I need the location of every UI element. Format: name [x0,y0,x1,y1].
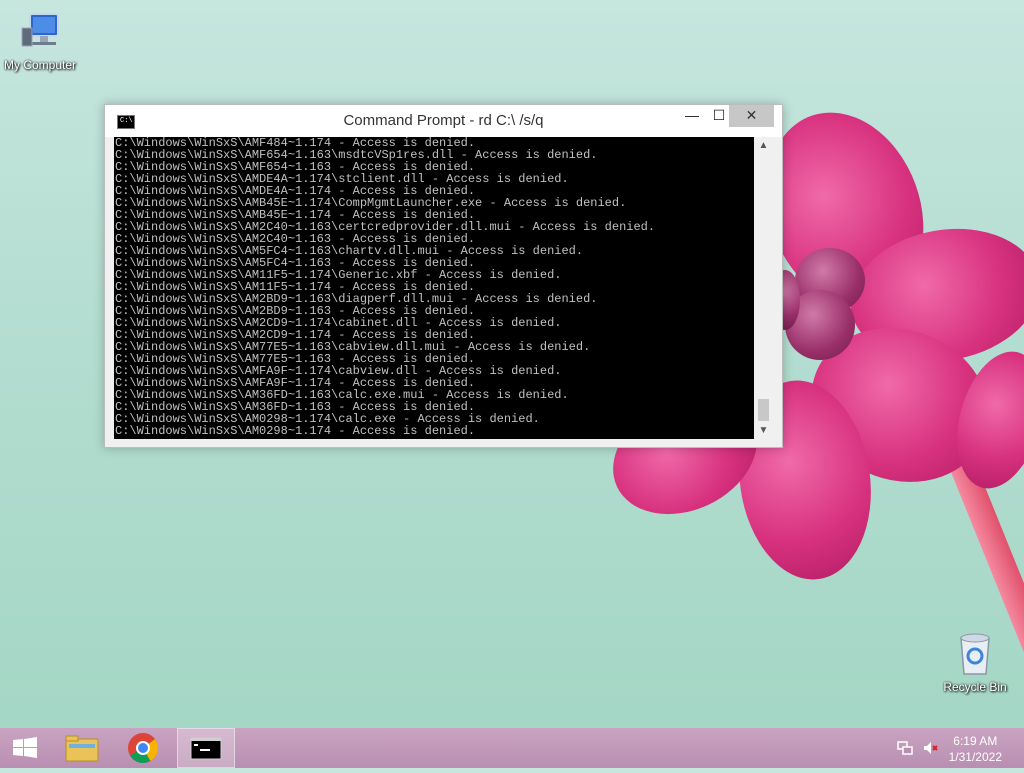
taskbar-file-explorer[interactable] [57,728,107,768]
console-line: C:\Windows\WinSxS\AM0298~1.174 - Access … [115,424,476,438]
recycle-bin-icon [960,633,990,675]
desktop-icon-recycle-bin[interactable]: Recycle Bin [935,630,1015,694]
start-button[interactable] [0,728,50,768]
chrome-icon [128,733,158,764]
clock-time: 6:19 AM [953,734,998,748]
folder-icon [65,735,99,762]
cmd-icon [190,737,222,760]
scroll-up-arrow-icon[interactable]: ▲ [755,137,772,154]
command-prompt-window: C:\ Command Prompt - rd C:\ /s/q — ☐ ✕ C… [104,104,783,448]
windows-logo-icon [13,737,37,758]
desktop-icon-label: Recycle Bin [943,680,1007,694]
desktop-icon-label: My Computer [3,58,77,72]
clock-date: 1/31/2022 [948,750,1002,764]
taskbar-command-prompt[interactable] [177,728,235,768]
scroll-down-arrow-icon[interactable]: ▼ [755,422,772,439]
vertical-scrollbar[interactable]: ▲ ▼ [755,137,772,439]
close-button[interactable]: ✕ [729,105,774,127]
title-bar[interactable]: C:\ Command Prompt - rd C:\ /s/q — ☐ ✕ [105,105,782,137]
scrollbar-thumb[interactable] [758,399,769,421]
desktop-icon-my-computer[interactable]: My Computer [0,10,80,72]
volume-muted-icon[interactable] [922,740,938,756]
computer-icon [21,13,59,47]
minimize-button[interactable]: — [679,105,705,127]
taskbar: 6:19 AM 1/31/2022 [0,728,1024,768]
taskbar-chrome[interactable] [118,728,168,768]
console-output[interactable]: C:\Windows\WinSxS\AMF484~1.174 - Access … [114,137,754,439]
network-icon[interactable] [897,740,913,756]
system-clock[interactable]: 6:19 AM 1/31/2022 [949,733,1002,765]
